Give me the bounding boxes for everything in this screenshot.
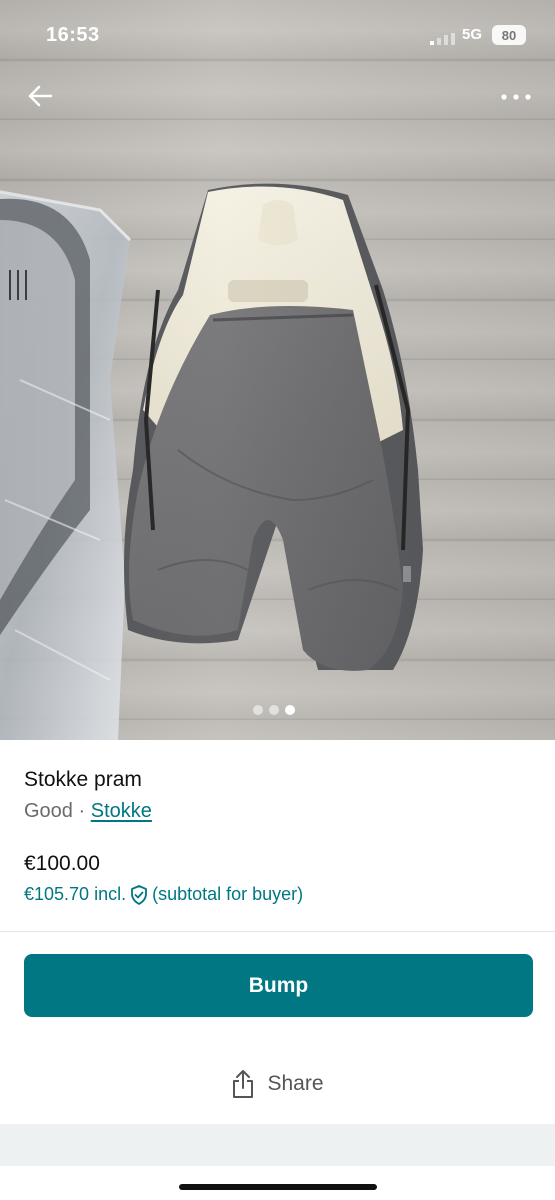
brand-link[interactable]: Stokke [91,800,152,822]
bump-button[interactable]: Bump [24,954,533,1017]
foot-muff-image [124,183,423,671]
status-bar: 16:53 5G 80 [0,0,555,70]
bottom-section [0,1124,555,1166]
battery-icon: 80 [492,25,526,45]
more-dots-icon [501,94,531,100]
network-label: 5G [462,26,483,43]
shield-check-icon [131,884,147,905]
buyer-protection-price[interactable]: €105.70 incl. (subtotal for buyer) [24,884,303,905]
item-title: Stokke pram [24,768,142,791]
item-price: €100.00 [24,852,100,875]
home-indicator [179,1184,377,1190]
gallery-pagination [253,705,295,717]
share-icon [233,1070,254,1098]
pagination-dot-active[interactable] [285,705,295,715]
pagination-dot[interactable] [269,705,279,715]
price-incl-note: (subtotal for buyer) [152,884,304,904]
price-incl-label: €105.70 incl. [24,884,127,904]
item-details: Stokke pram Good · Stokke €100.00 €105.7… [0,740,555,1200]
item-meta: Good · Stokke [24,800,152,823]
bassinet-image [0,190,132,740]
back-button[interactable] [24,80,56,112]
status-time: 16:53 [46,24,100,46]
item-condition: Good [24,800,73,822]
listing-photo[interactable]: 16:53 5G 80 [0,0,555,740]
share-label: Share [267,1072,324,1095]
pagination-dot[interactable] [253,705,263,715]
divider [0,931,555,932]
meta-separator: · [78,800,86,822]
arrow-left-icon [28,85,53,107]
share-button[interactable]: Share [180,1062,375,1106]
more-options-button[interactable] [496,82,536,112]
signal-icon [430,33,455,45]
